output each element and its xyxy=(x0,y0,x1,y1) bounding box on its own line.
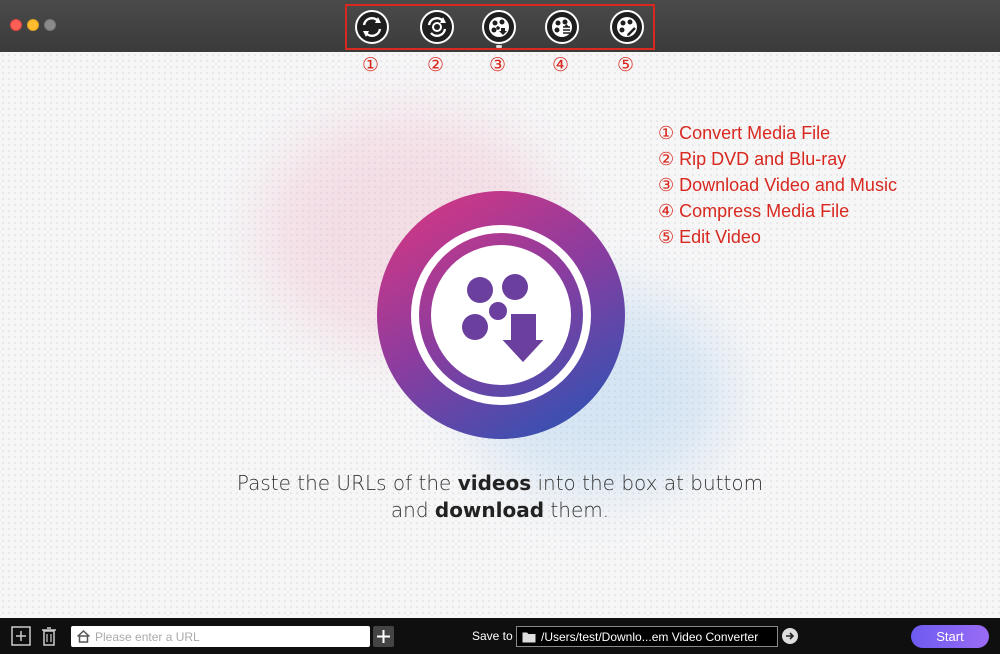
tool-number-label: ① xyxy=(362,54,380,76)
compress-icon xyxy=(545,10,579,44)
instructions-bold: videos xyxy=(457,471,532,495)
instructions-text-part: them. xyxy=(544,498,610,522)
compress-media-tool[interactable] xyxy=(544,9,580,45)
tool-number-label: ② xyxy=(427,54,445,76)
download-video-tool[interactable] xyxy=(481,9,517,45)
start-button[interactable]: Start xyxy=(911,625,989,648)
plus-icon xyxy=(377,630,390,643)
video-download-icon xyxy=(377,191,625,439)
home-icon xyxy=(76,629,91,643)
active-tool-indicator xyxy=(496,45,502,48)
arrow-right-icon xyxy=(786,632,795,640)
add-file-icon[interactable] xyxy=(10,625,32,647)
open-folder-button[interactable] xyxy=(782,628,798,644)
rip-dvd-icon xyxy=(420,10,454,44)
instructions-text-part: into the box at buttom xyxy=(531,471,764,495)
main-content: ① Convert Media File ② Rip DVD and Blu-r… xyxy=(0,52,1000,618)
add-url-button[interactable] xyxy=(373,626,394,647)
legend-item: ② Rip DVD and Blu-ray xyxy=(658,149,847,169)
maximize-window-button[interactable] xyxy=(44,19,56,31)
legend-item: ① Convert Media File xyxy=(658,123,831,143)
convert-icon xyxy=(355,10,389,44)
save-path-field[interactable]: /Users/test/Downlo...em Video Converter xyxy=(516,626,778,647)
legend-item: ③ Download Video and Music xyxy=(658,175,897,195)
trash-icon[interactable] xyxy=(38,625,60,647)
rip-dvd-tool[interactable] xyxy=(419,9,455,45)
instructions-text: Paste the URLs of the videos into the bo… xyxy=(100,470,900,524)
bottom-bar: Save to /Users/test/Downlo...em Video Co… xyxy=(0,618,1000,654)
tool-number-label: ⑤ xyxy=(617,54,635,76)
legend-item: ⑤ Edit Video xyxy=(658,227,761,247)
edit-video-tool[interactable] xyxy=(609,9,645,45)
folder-icon xyxy=(522,632,536,643)
edit-video-icon xyxy=(610,10,644,44)
convert-media-tool[interactable] xyxy=(354,9,390,45)
tool-number-label: ④ xyxy=(552,54,570,76)
url-field xyxy=(71,626,370,647)
instructions-text-part: Paste the URLs of the xyxy=(236,471,458,495)
legend-item: ④ Compress Media File xyxy=(658,201,850,221)
minimize-window-button[interactable] xyxy=(27,19,39,31)
save-path-text: /Users/test/Downlo...em Video Converter xyxy=(541,630,759,644)
download-video-icon xyxy=(482,10,516,44)
save-to-label: Save to xyxy=(472,629,513,643)
title-bar xyxy=(0,0,1000,52)
feature-legend: ① Convert Media File ② Rip DVD and Blu-r… xyxy=(658,120,897,250)
close-window-button[interactable] xyxy=(10,19,22,31)
url-input[interactable] xyxy=(95,626,365,647)
tool-number-label: ③ xyxy=(489,54,507,76)
instructions-bold: download xyxy=(434,498,545,522)
instructions-text-part: and xyxy=(390,498,435,522)
